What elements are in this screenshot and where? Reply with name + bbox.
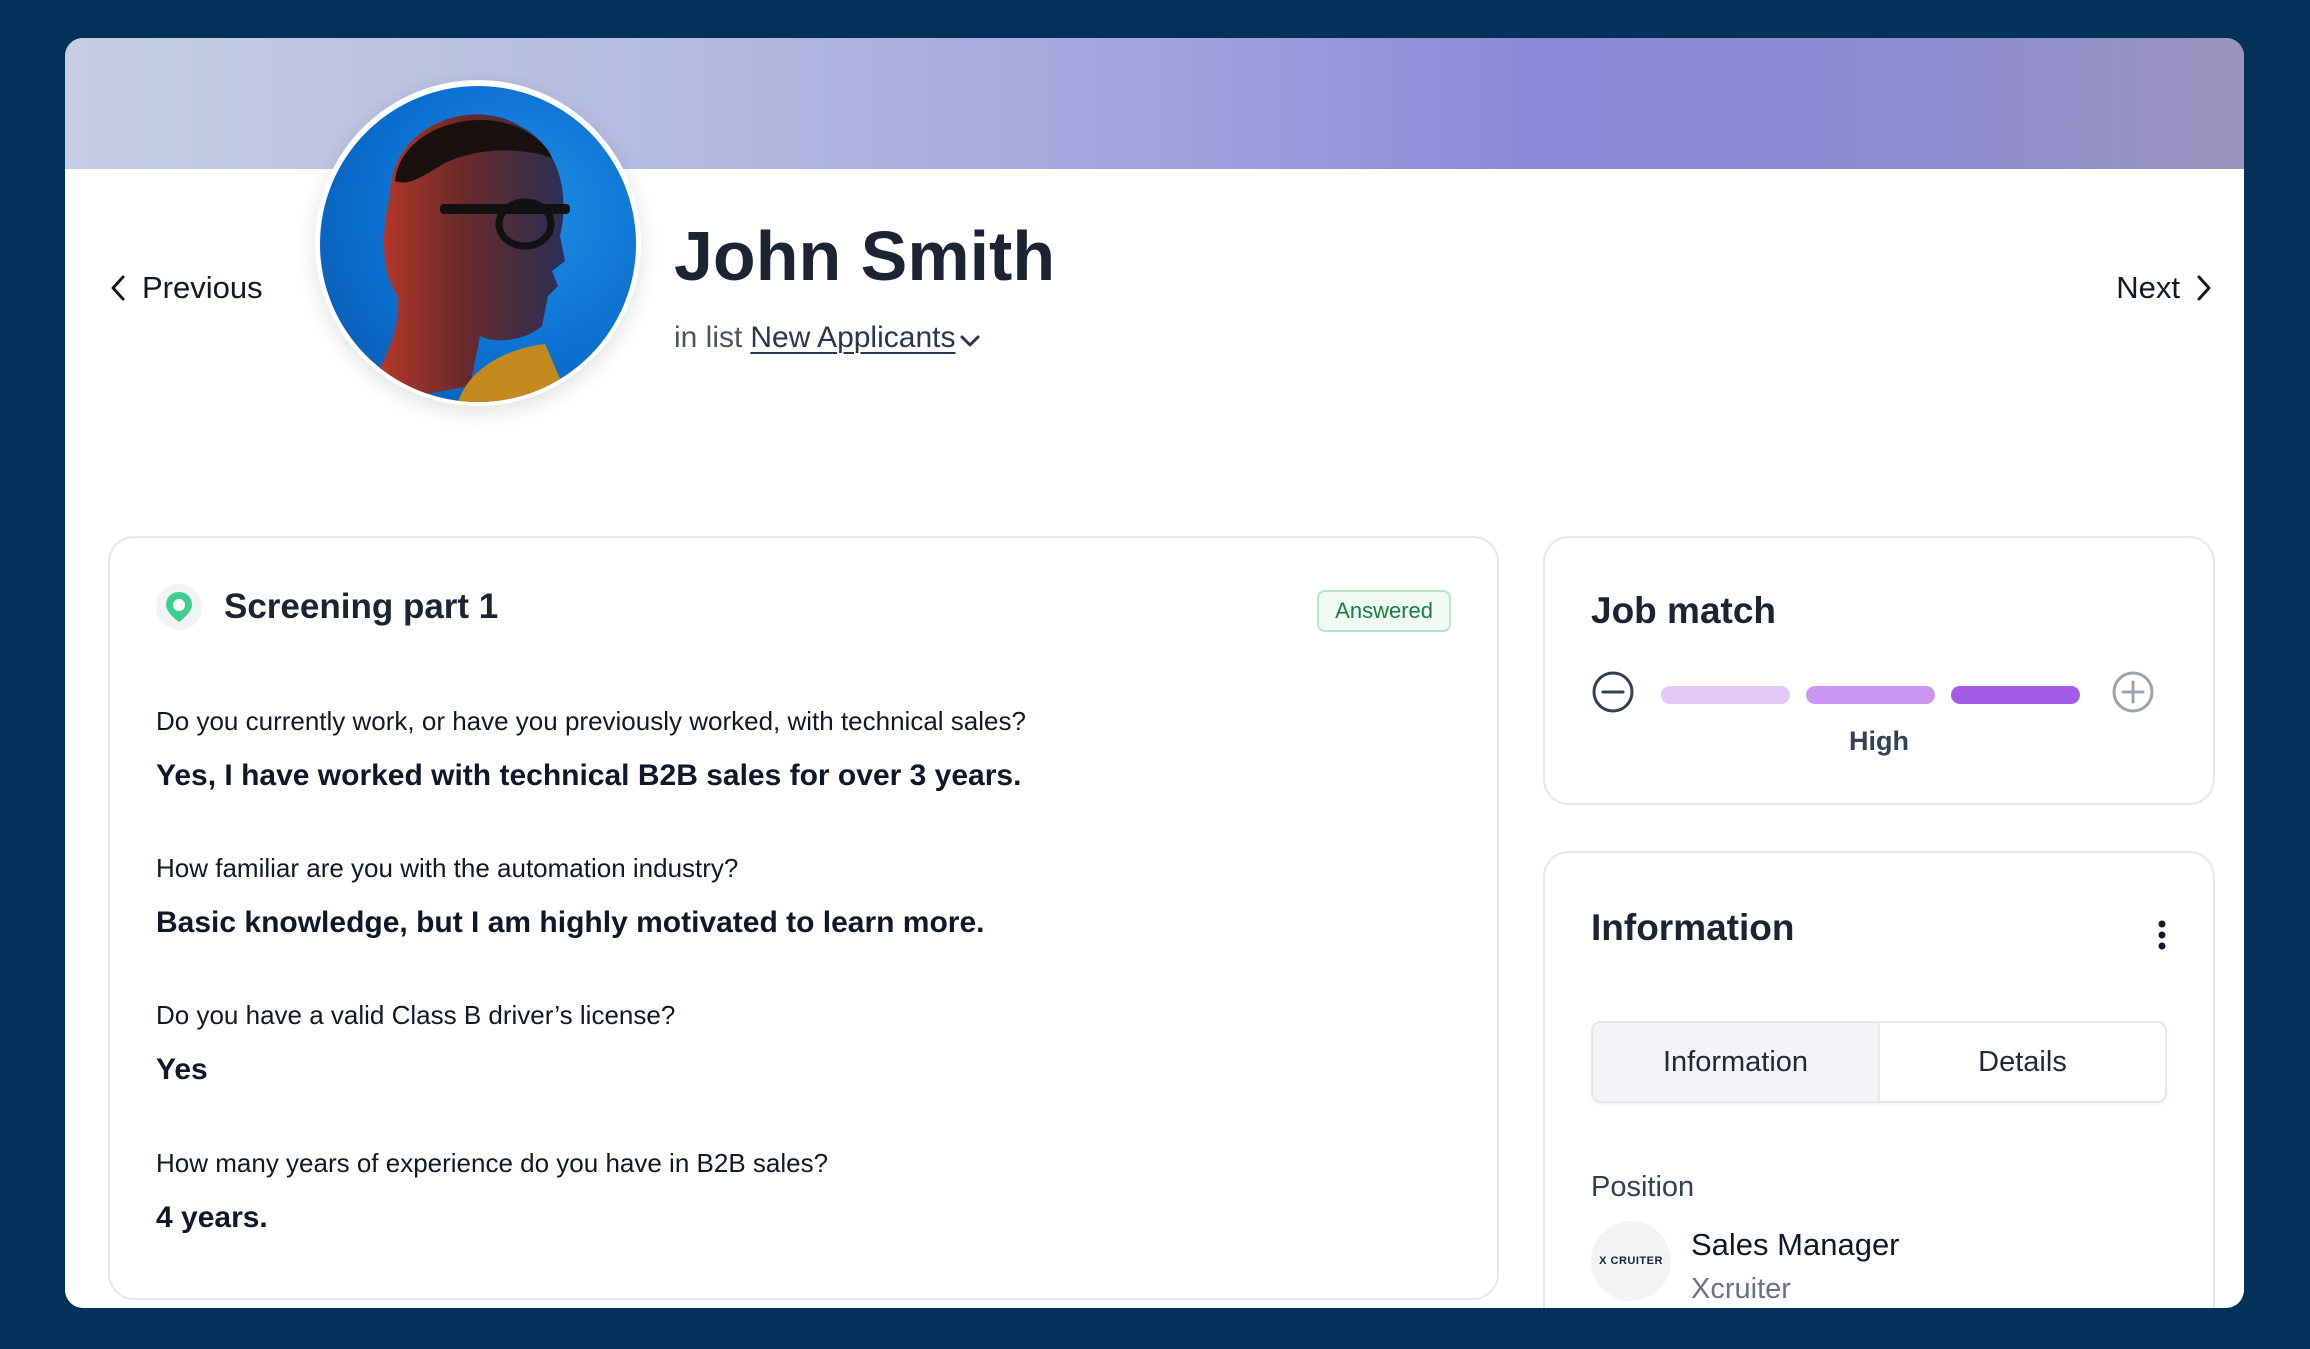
- plus-circle-icon[interactable]: [2111, 670, 2155, 714]
- avatar: [320, 86, 636, 402]
- match-segment-low[interactable]: [1661, 686, 1790, 704]
- position-label: Position: [1591, 1171, 1695, 1203]
- company-name: Xcruiter: [1691, 1273, 1791, 1305]
- tab-information[interactable]: Information: [1593, 1023, 1880, 1101]
- screening-header: Screening part 1: [156, 584, 498, 630]
- question-text: How many years of experience do you have…: [156, 1148, 829, 1178]
- question-text: Do you have a valid Class B driver’s lic…: [156, 1000, 676, 1030]
- tab-details[interactable]: Details: [1880, 1023, 2165, 1101]
- minus-circle-icon[interactable]: [1591, 670, 1635, 714]
- job-match-title: Job match: [1591, 590, 1777, 631]
- previous-label: Previous: [142, 270, 263, 305]
- answer-text: Basic knowledge, but I am highly motivat…: [156, 906, 985, 939]
- qa-item: How many years of experience do you have…: [156, 1148, 828, 1235]
- job-match-level: High: [1849, 726, 1909, 756]
- previous-button[interactable]: Previous: [108, 270, 263, 306]
- information-title: Information: [1591, 907, 1795, 948]
- answer-text: Yes: [156, 1053, 208, 1086]
- chevron-left-icon: [111, 275, 125, 301]
- question-text: How familiar are you with the automation…: [156, 853, 739, 883]
- job-match-card: Job match High: [1543, 536, 2215, 805]
- list-prefix: in list: [674, 321, 743, 354]
- chevron-right-icon: [2197, 275, 2211, 301]
- list-membership: in list New Applicants: [674, 321, 981, 355]
- job-match-scale: [1591, 670, 2171, 716]
- chevron-down-icon[interactable]: [959, 333, 981, 349]
- screening-card: Screening part 1 Answered Do you current…: [108, 536, 1499, 1300]
- qa-item: How familiar are you with the automation…: [156, 853, 985, 940]
- information-card: Information Information Details Position…: [1543, 851, 2215, 1308]
- company-logo: X CRUITER: [1591, 1221, 1671, 1301]
- screening-title: Screening part 1: [224, 587, 499, 626]
- answer-text: 4 years.: [156, 1201, 268, 1234]
- qa-item: Do you currently work, or have you previ…: [156, 706, 1026, 793]
- match-segment-medium[interactable]: [1806, 686, 1935, 704]
- location-pin-icon: [156, 584, 202, 630]
- status-badge: Answered: [1317, 590, 1451, 632]
- candidate-profile-window: Previous Next John Smith in list New App…: [65, 38, 2244, 1308]
- match-segment-high[interactable]: [1951, 686, 2080, 704]
- qa-item: Do you have a valid Class B driver’s lic…: [156, 1000, 675, 1087]
- candidate-name: John Smith: [674, 217, 1056, 295]
- next-label: Next: [2116, 270, 2180, 305]
- information-tabs: Information Details: [1591, 1021, 2167, 1103]
- position-title: Sales Manager: [1691, 1227, 1900, 1262]
- next-button[interactable]: Next: [2116, 270, 2214, 306]
- kebab-menu-icon[interactable]: [2155, 919, 2169, 951]
- list-dropdown[interactable]: New Applicants: [750, 321, 955, 355]
- answer-text: Yes, I have worked with technical B2B sa…: [156, 759, 1022, 792]
- question-text: Do you currently work, or have you previ…: [156, 706, 1026, 736]
